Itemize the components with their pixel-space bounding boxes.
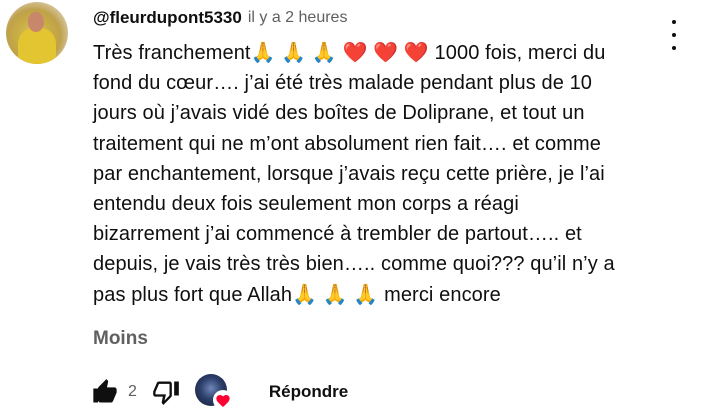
like-button[interactable]: [88, 375, 122, 409]
comment-line: traitement qui ne m’ont absolument rien …: [93, 132, 601, 155]
comment-line: par enchantement, lorsque j’avais reçu c…: [93, 162, 605, 185]
comment-line: pas plus fort que Allah🙏 🙏 🙏 merci encor…: [93, 283, 501, 306]
kebab-dot: [672, 33, 676, 37]
show-less-button[interactable]: Moins: [93, 328, 148, 350]
comment-line: fond du cœur…. j’ai été très malade pend…: [93, 72, 593, 95]
creator-heart-badge: [194, 374, 233, 410]
thumbs-down-icon: [153, 381, 179, 405]
author-name[interactable]: @fleurdupont5330: [93, 8, 242, 28]
author-avatar[interactable]: [6, 2, 68, 64]
comment-text: Très franchement🙏 🙏 🙏 ❤️ ❤️ ❤️ 1000 fois…: [93, 38, 678, 310]
dislike-button[interactable]: [149, 375, 183, 409]
comment-line: Très franchement🙏 🙏 🙏 ❤️ ❤️ ❤️ 1000 fois…: [93, 42, 606, 64]
comment-line: depuis, je vais très très bien….. comme …: [93, 253, 615, 276]
kebab-dot: [672, 20, 676, 24]
reply-button[interactable]: Répondre: [269, 382, 348, 402]
avatar-face: [28, 12, 44, 32]
comment-timestamp[interactable]: il y a 2 heures: [248, 9, 348, 27]
thumbs-up-filled-icon: [93, 379, 117, 403]
comment-actions: 2 Répondre: [88, 372, 348, 412]
avatar-coat: [18, 28, 56, 64]
heart-icon: [212, 390, 233, 410]
like-count: 2: [128, 383, 137, 400]
comment-line: bizarrement j’ai commencé à trembler de …: [93, 223, 582, 246]
comment-line: jours où j’avais vidé des boîtes de Doli…: [93, 102, 585, 125]
comment-header: @fleurdupont5330 il y a 2 heures: [93, 6, 347, 30]
comment-line: entendu deux fois seulement mon corps a …: [93, 193, 519, 216]
